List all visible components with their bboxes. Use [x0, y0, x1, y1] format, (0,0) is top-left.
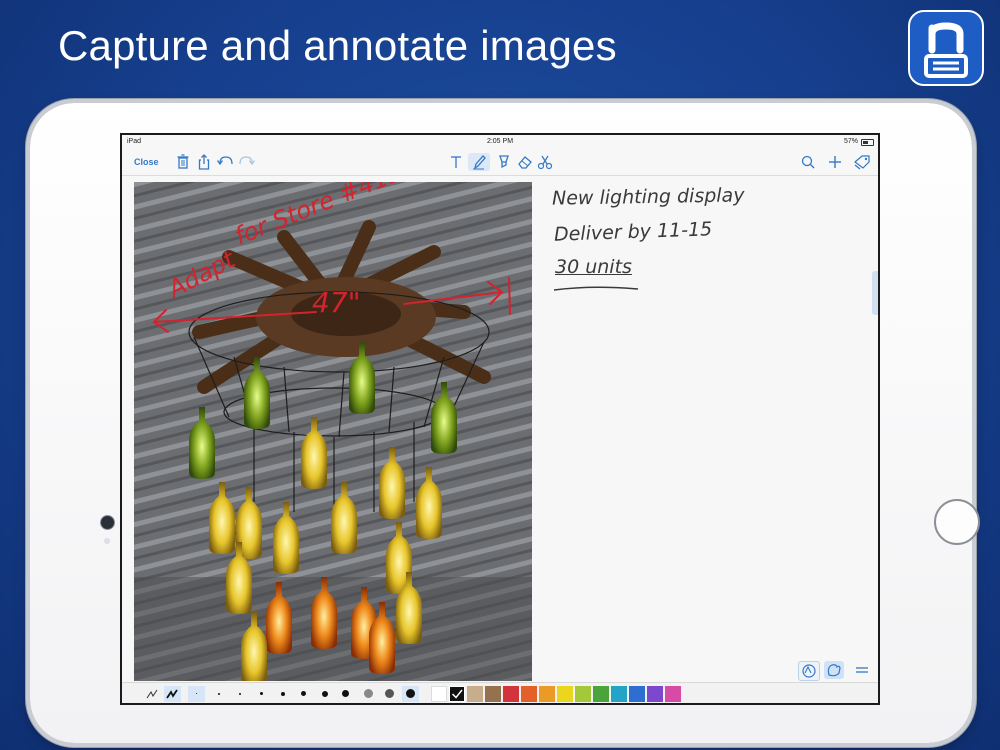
share-icon[interactable]: [197, 153, 211, 171]
app-screen: iPad 2:05 PM 57% Close 47" Adapt for Sto…: [120, 133, 880, 705]
bottom-tools: [796, 658, 878, 682]
scroll-handle[interactable]: [872, 271, 878, 315]
opacity-2[interactable]: [381, 686, 398, 702]
thickness-8[interactable]: [337, 686, 354, 702]
thickness-6[interactable]: [295, 686, 312, 702]
palm-rest-icon[interactable]: [824, 661, 844, 679]
app-logo: [908, 10, 984, 86]
thickness-1[interactable]: [188, 686, 205, 702]
note-line-2: Deliver by 11-15: [553, 218, 713, 246]
thickness-5[interactable]: [274, 686, 291, 702]
color-green[interactable]: [593, 686, 609, 702]
plain-pen-icon[interactable]: [144, 686, 161, 702]
color-yellow[interactable]: [557, 686, 573, 702]
thickness-2[interactable]: [210, 686, 227, 702]
add-icon[interactable]: [827, 153, 843, 171]
note-line-3: 30 units: [555, 256, 632, 278]
color-teal[interactable]: [611, 686, 627, 702]
color-black[interactable]: [449, 686, 465, 702]
note-underline: [553, 286, 639, 291]
pen-palette: [122, 682, 878, 703]
annotation-measure: 47": [312, 286, 361, 319]
headline: Capture and annotate images: [58, 22, 617, 69]
color-blue[interactable]: [629, 686, 645, 702]
trash-icon[interactable]: [176, 153, 190, 171]
color-tan[interactable]: [467, 686, 483, 702]
note-canvas[interactable]: 47" Adapt for Store #413 New lighting di…: [122, 176, 878, 681]
battery-percent: 57%: [843, 138, 858, 145]
auto-shape-icon[interactable]: [798, 661, 820, 681]
home-button[interactable]: [934, 499, 980, 545]
opacity-3[interactable]: [402, 686, 419, 702]
thickness-7[interactable]: [316, 686, 333, 702]
highlighter-tool-icon[interactable]: [497, 153, 511, 171]
close-button[interactable]: Close: [134, 153, 159, 171]
opacity-1[interactable]: [360, 686, 377, 702]
scissors-tool-icon[interactable]: [537, 153, 553, 171]
tags-icon[interactable]: [852, 153, 872, 171]
status-time: 2:05 PM: [486, 138, 514, 145]
color-lime[interactable]: [575, 686, 591, 702]
color-pink[interactable]: [665, 686, 681, 702]
menu-icon[interactable]: [852, 661, 872, 679]
pen-tool-icon[interactable]: [468, 153, 490, 171]
undo-icon[interactable]: [216, 153, 234, 171]
note-line-1: New lighting display: [551, 184, 745, 210]
color-purple[interactable]: [647, 686, 663, 702]
light-sensor: [104, 538, 110, 544]
thickness-4[interactable]: [253, 686, 270, 702]
search-icon[interactable]: [800, 153, 816, 171]
battery-icon: [861, 139, 874, 146]
redo-icon[interactable]: [238, 153, 256, 171]
calligraphy-pen-icon[interactable]: [164, 686, 181, 702]
text-tool-icon[interactable]: [449, 153, 463, 171]
color-brown[interactable]: [485, 686, 501, 702]
toolbar: Close: [122, 149, 878, 176]
thickness-3[interactable]: [232, 686, 249, 702]
front-camera: [100, 515, 115, 530]
chandelier-photo: 47" Adapt for Store #413: [134, 182, 532, 681]
color-amber[interactable]: [539, 686, 555, 702]
eraser-tool-icon[interactable]: [517, 153, 533, 171]
status-bar: iPad 2:05 PM 57%: [122, 135, 878, 149]
color-red[interactable]: [503, 686, 519, 702]
color-orange[interactable]: [521, 686, 537, 702]
color-white[interactable]: [431, 686, 447, 702]
